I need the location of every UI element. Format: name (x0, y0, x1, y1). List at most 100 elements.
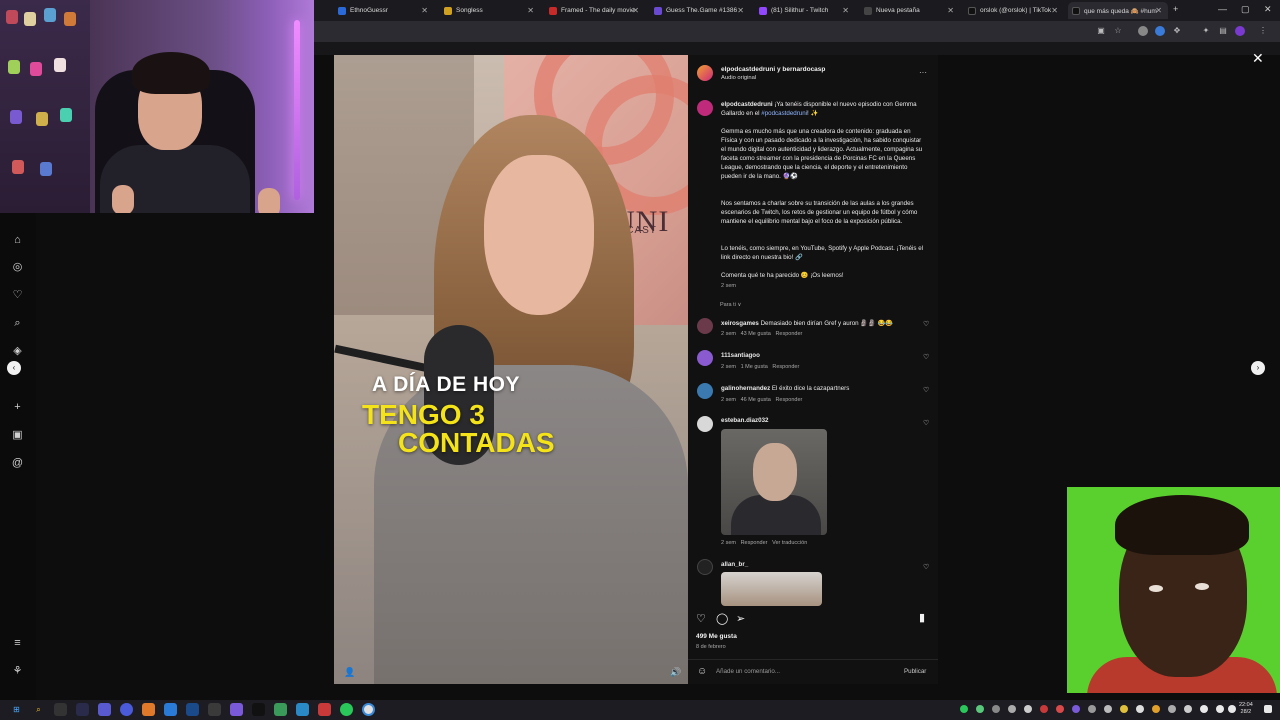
like-count[interactable]: 499 Me gusta (696, 633, 737, 640)
like-comment-icon[interactable]: ♡ (923, 419, 929, 427)
tab-close-icon[interactable]: ✕ (947, 6, 954, 15)
comment-avatar[interactable] (697, 383, 713, 399)
comment-input[interactable]: Añade un comentario... (716, 668, 780, 675)
like-comment-icon[interactable]: ♡ (923, 563, 929, 571)
maximize-icon[interactable]: ▢ (1241, 4, 1250, 15)
emoji-icon[interactable]: ☺ (697, 666, 707, 677)
tab-close-icon[interactable]: ✕ (527, 6, 534, 15)
steam-icon[interactable] (186, 703, 199, 716)
tray-icon[interactable] (992, 705, 1000, 713)
comment-avatar[interactable] (697, 559, 713, 575)
activity-icon[interactable]: ♡ (11, 289, 24, 302)
taskbar-app-icon[interactable] (274, 703, 287, 716)
extension-icon[interactable] (1138, 26, 1148, 36)
tab-songless[interactable]: Songless ✕ (440, 2, 540, 19)
save-bookmark-icon[interactable]: ▮ (919, 611, 925, 624)
share-icon[interactable]: ➢ (736, 612, 745, 625)
menu-icon[interactable]: ≡ (11, 637, 24, 650)
comment-gif[interactable] (721, 572, 822, 606)
taskbar-app-icon[interactable] (76, 703, 89, 716)
audio-icon[interactable]: 🔊 (670, 667, 681, 678)
tray-icon[interactable] (1024, 705, 1032, 713)
bookmark-star-icon[interactable]: ☆ (1113, 26, 1123, 36)
threads-icon[interactable]: @ (11, 457, 24, 470)
tray-icon[interactable] (1168, 705, 1176, 713)
compass-icon[interactable]: ◈ (11, 345, 24, 358)
notifications-icon[interactable] (1264, 705, 1272, 713)
chevron-left-icon[interactable]: ‹ (7, 361, 21, 375)
address-bar[interactable] (320, 24, 1080, 39)
tab-close-icon[interactable]: ✕ (632, 6, 639, 15)
tray-icon[interactable] (1152, 705, 1160, 713)
reel-video[interactable]: RUNI DCAST A DÍA DE HOY TENGO 3 CONTADAS… (334, 55, 688, 684)
tray-icon[interactable] (1088, 705, 1096, 713)
author-avatar[interactable] (697, 65, 713, 81)
tab-guess-the-game[interactable]: Guess The.Game #1386 ✕ (650, 2, 750, 19)
profile-avatar[interactable] (1235, 26, 1245, 36)
see-translation-link[interactable]: Para ti ∨ (720, 302, 741, 308)
comment-avatar[interactable] (697, 350, 713, 366)
meta-icon[interactable]: ⚘ (11, 665, 24, 678)
like-comment-icon[interactable]: ♡ (923, 386, 929, 394)
taskbar-app-icon[interactable] (296, 703, 309, 716)
tab-framed[interactable]: Framed - The daily movie ✕ (545, 2, 645, 19)
create-icon[interactable]: + (11, 401, 24, 414)
windows-start-icon[interactable]: ⊞ (10, 703, 23, 716)
tray-icon[interactable] (1072, 705, 1080, 713)
new-tab-button[interactable]: + (1173, 4, 1178, 14)
taskbar-app-icon[interactable] (54, 703, 67, 716)
comment-avatar[interactable] (697, 318, 713, 334)
system-clock[interactable]: 22:04 28/2 (1239, 702, 1253, 716)
minimize-icon[interactable]: — (1218, 4, 1227, 14)
search-icon[interactable]: ⌕ (32, 703, 45, 716)
tab-tiktok-active[interactable]: que más queda 🙈 #hum ✕ (1068, 2, 1168, 19)
like-icon[interactable]: ♡ (696, 612, 706, 625)
tagged-user-icon[interactable]: 👤 (344, 667, 355, 678)
taskbar-app-icon[interactable] (318, 703, 331, 716)
tray-icon[interactable] (1104, 705, 1112, 713)
tray-icon[interactable] (1184, 705, 1192, 713)
tab-new-tab[interactable]: Nueva pestaña ✕ (860, 2, 960, 19)
window-close-icon[interactable]: ✕ (1264, 4, 1272, 15)
tab-close-icon[interactable]: ✕ (1155, 6, 1162, 15)
comment-avatar[interactable] (697, 416, 713, 432)
install-app-icon[interactable]: ▣ (1096, 26, 1106, 36)
tray-icon[interactable] (1136, 705, 1144, 713)
taskbar-app-icon[interactable] (120, 703, 133, 716)
publish-button[interactable]: Publicar (904, 668, 926, 675)
audio-label[interactable]: Audio original (721, 75, 756, 81)
like-comment-icon[interactable]: ♡ (923, 353, 929, 361)
home-icon[interactable]: ⌂ (11, 234, 24, 247)
taskbar-app-icon[interactable] (208, 703, 221, 716)
tray-icon[interactable] (1200, 705, 1208, 713)
tab-close-icon[interactable]: ✕ (842, 6, 849, 15)
spotify-icon[interactable] (340, 703, 353, 716)
extensions-puzzle-icon[interactable]: ✥ (1172, 26, 1182, 36)
tab-close-icon[interactable]: ✕ (737, 6, 744, 15)
taskbar-app-icon[interactable] (98, 703, 111, 716)
bookmarks-icon[interactable]: ✦ (1201, 26, 1211, 36)
comment-gif[interactable] (721, 429, 827, 535)
tray-icon[interactable] (1040, 705, 1048, 713)
tiktok-icon[interactable] (252, 703, 265, 716)
hashtag-link[interactable]: #podcastdedruni (761, 110, 807, 117)
reels-icon[interactable]: ▣ (11, 429, 24, 442)
taskbar-app-icon[interactable] (164, 703, 177, 716)
caption-avatar[interactable] (697, 100, 713, 116)
comment-icon[interactable]: ◯ (716, 612, 728, 625)
more-options-icon[interactable]: ··· (919, 68, 927, 77)
chevron-right-icon[interactable]: › (1251, 361, 1265, 375)
tab-twitch[interactable]: (81) Silithur - Twitch ✕ (755, 2, 855, 19)
tray-icon[interactable] (1056, 705, 1064, 713)
tray-icon[interactable] (1120, 705, 1128, 713)
close-icon[interactable]: ✕ (1252, 50, 1264, 67)
extension-icon[interactable] (1155, 26, 1165, 36)
tray-icon[interactable] (960, 705, 968, 713)
tab-ethnoguessr[interactable]: EthnoGuessr ✕ (334, 2, 434, 19)
tab-search-icon[interactable]: ▤ (1218, 26, 1228, 36)
tab-close-icon[interactable]: ✕ (1051, 6, 1058, 15)
tab-tiktok-orslok[interactable]: orslok (@orslok) | TikTok ✕ (964, 2, 1064, 19)
like-comment-icon[interactable]: ♡ (923, 320, 929, 328)
chrome-icon[interactable] (362, 703, 375, 716)
explore-icon[interactable]: ◎ (11, 261, 24, 274)
